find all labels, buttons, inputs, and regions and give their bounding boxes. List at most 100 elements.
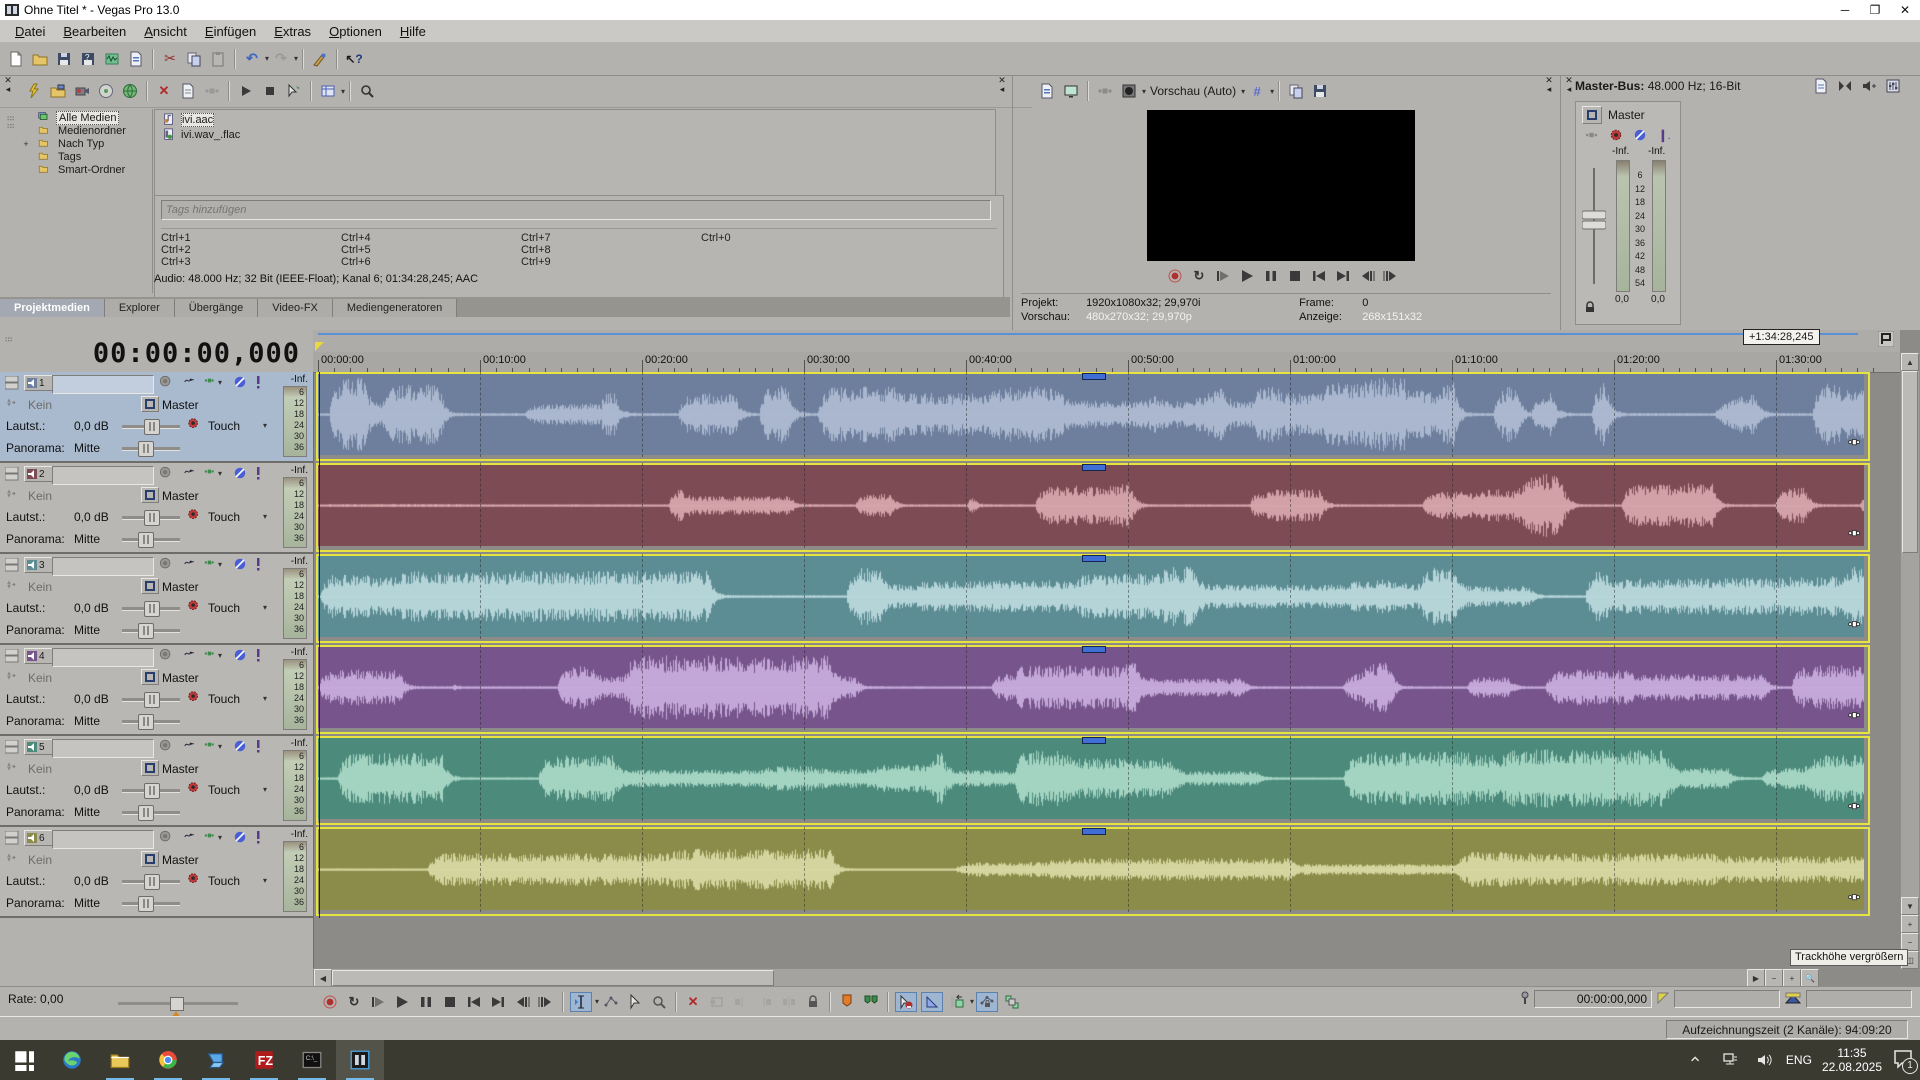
- master-fader-handle[interactable]: [1581, 210, 1607, 230]
- audio-event-track-6[interactable]: [316, 827, 1870, 916]
- cursor-position-box[interactable]: 00:00:00,000: [1534, 990, 1652, 1008]
- track-input-value[interactable]: Kein: [28, 398, 52, 412]
- taskbar-terminal-icon[interactable]: C:\_: [288, 1040, 336, 1080]
- track-input-value[interactable]: Kein: [28, 671, 52, 685]
- preview-quality-select[interactable]: Vorschau (Auto): [1150, 84, 1236, 98]
- automation-gear-icon[interactable]: [1606, 126, 1626, 144]
- media-file-ivi.aac[interactable]: ivi.aac: [157, 112, 993, 127]
- track-minimize-buttons[interactable]: [4, 739, 19, 757]
- tab-mediengeneratoren[interactable]: Mediengeneratoren: [332, 299, 458, 317]
- event-fx-icon[interactable]: [1848, 527, 1862, 544]
- pan-value[interactable]: Mitte: [74, 441, 100, 455]
- marker-icon[interactable]: [837, 993, 857, 1011]
- tree-item-smart-ordner[interactable]: Smart-Ordner: [20, 163, 152, 176]
- dropdown-caret[interactable]: ▾: [294, 54, 298, 63]
- network-icon[interactable]: [1720, 1051, 1740, 1069]
- dropdown-caret[interactable]: ▾: [341, 87, 345, 96]
- loop-region-bar[interactable]: [318, 333, 1858, 335]
- automation-caret[interactable]: ▾: [263, 421, 267, 430]
- track-fx-icon[interactable]: ▾: [203, 738, 222, 754]
- tab-video-fx[interactable]: Video-FX: [258, 299, 333, 317]
- pan-value[interactable]: Mitte: [74, 896, 100, 910]
- automation-caret[interactable]: ▾: [263, 694, 267, 703]
- envelope-icon[interactable]: [183, 647, 197, 663]
- input-icon[interactable]: [5, 578, 19, 594]
- edit-tool-icon[interactable]: [570, 991, 592, 1012]
- envelope-icon[interactable]: [183, 829, 197, 845]
- language-indicator[interactable]: ENG: [1786, 1053, 1812, 1067]
- taskbar-edge-icon[interactable]: [48, 1040, 96, 1080]
- gear-icon[interactable]: [187, 780, 201, 796]
- envelope-icon[interactable]: [183, 738, 197, 754]
- track-bus-value[interactable]: Master: [162, 489, 199, 503]
- input-icon[interactable]: [5, 487, 19, 503]
- pan-slider[interactable]: [122, 623, 180, 639]
- media-fx-icon[interactable]: [202, 82, 222, 100]
- panel-grip-right[interactable]: ✕ ◂: [996, 76, 1008, 94]
- dropdown-caret[interactable]: ▾: [265, 54, 269, 63]
- track-bus-value[interactable]: Master: [162, 762, 199, 776]
- record-icon[interactable]: [320, 993, 340, 1011]
- volume-slider[interactable]: [122, 601, 180, 617]
- get-media-web-icon[interactable]: [120, 82, 140, 100]
- snap-icon[interactable]: [895, 991, 918, 1012]
- mixer-console-icon[interactable]: [1883, 77, 1903, 95]
- marker-tool-icon[interactable]: [1877, 330, 1895, 350]
- track-header-4[interactable]: 4 ▾ -Inf. 6 12 18 24 30 36 Kein Master Lautst…: [0, 645, 313, 736]
- help-cursor-icon[interactable]: ↖?: [344, 50, 364, 68]
- taskbar-vegas-icon[interactable]: [336, 1040, 384, 1080]
- volume-value[interactable]: 0,0 dB: [74, 510, 109, 524]
- track-input-value[interactable]: Kein: [28, 580, 52, 594]
- mute-icon[interactable]: [1630, 126, 1650, 144]
- event-fx-icon[interactable]: [1848, 709, 1862, 726]
- automation-mode[interactable]: Touch: [208, 510, 240, 524]
- track-fx-icon[interactable]: ▾: [203, 556, 222, 572]
- gear-icon[interactable]: [187, 871, 201, 887]
- loop-icon[interactable]: ↻: [344, 993, 364, 1011]
- pause-icon[interactable]: [1261, 267, 1281, 285]
- fader-lock-icon[interactable]: [1584, 301, 1596, 316]
- bus-fx-icon[interactable]: [1582, 126, 1602, 144]
- pin-icon[interactable]: [1520, 991, 1530, 1008]
- track-input-value[interactable]: Kein: [28, 762, 52, 776]
- solo-icon[interactable]: [255, 829, 261, 845]
- scroll-right-button[interactable]: ▶: [1747, 969, 1765, 987]
- minimize-button[interactable]: ─: [1830, 1, 1860, 19]
- event-fx-icon[interactable]: [1848, 891, 1862, 908]
- menu-einfügen[interactable]: Einfügen: [196, 22, 265, 41]
- notification-icon[interactable]: 1: [1892, 1049, 1918, 1074]
- menu-optionen[interactable]: Optionen: [320, 22, 391, 41]
- volume-slider[interactable]: [122, 783, 180, 799]
- interactive-tool-icon[interactable]: [310, 50, 330, 68]
- mute-icon[interactable]: [233, 738, 247, 754]
- event-fx-icon[interactable]: [1848, 800, 1862, 817]
- tab--berg-nge[interactable]: Übergänge: [174, 299, 259, 317]
- save-as-icon[interactable]: ?: [78, 50, 98, 68]
- envelope-icon[interactable]: [183, 465, 197, 481]
- remove-media-icon[interactable]: ✕: [154, 82, 174, 100]
- menu-datei[interactable]: Datei: [6, 22, 54, 41]
- solo-icon[interactable]: [255, 647, 261, 663]
- video-fx-icon[interactable]: [1095, 82, 1115, 100]
- capture-video-icon[interactable]: [72, 82, 92, 100]
- zoom-out-button[interactable]: −: [1765, 969, 1783, 987]
- automation-caret[interactable]: ▾: [263, 785, 267, 794]
- track-row-1[interactable]: [313, 372, 1874, 461]
- env-lock-icon[interactable]: [976, 991, 999, 1012]
- solo-icon[interactable]: [255, 738, 261, 754]
- track-name-input[interactable]: [52, 375, 154, 394]
- volume-slider[interactable]: [122, 510, 180, 526]
- selection-length-box[interactable]: [1806, 990, 1912, 1008]
- grid-overlay-icon[interactable]: #: [1247, 82, 1267, 100]
- tray-chevron-icon[interactable]: [1686, 1051, 1706, 1069]
- arm-record-icon[interactable]: [159, 374, 173, 390]
- track-input-value[interactable]: Kein: [28, 853, 52, 867]
- track-header-5[interactable]: 5 ▾ -Inf. 6 12 18 24 30 36 Kein Master Lautst…: [0, 736, 313, 827]
- save-frame-icon[interactable]: [1310, 82, 1330, 100]
- pause-icon[interactable]: [416, 993, 436, 1011]
- track-row-3[interactable]: [313, 554, 1874, 643]
- volume-value[interactable]: 0,0 dB: [74, 601, 109, 615]
- redo-icon[interactable]: ↷: [271, 50, 291, 68]
- selection-start-box[interactable]: [1674, 990, 1780, 1008]
- envelope-icon[interactable]: [183, 374, 197, 390]
